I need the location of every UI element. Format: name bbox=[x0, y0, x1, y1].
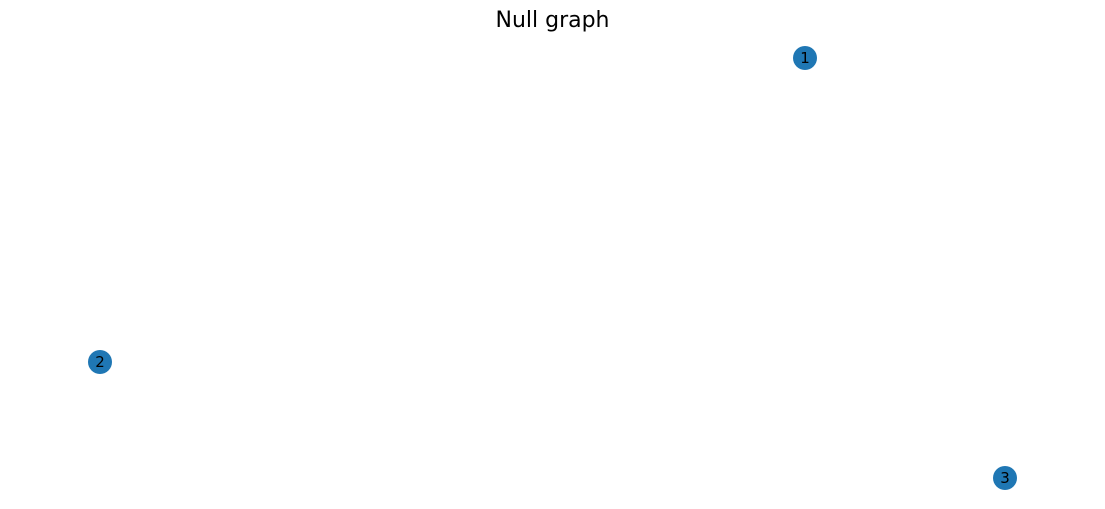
graph-drawing: 1 2 3 bbox=[88, 46, 1017, 490]
node-label: 3 bbox=[1000, 469, 1010, 487]
graph-node-3: 3 bbox=[993, 466, 1017, 490]
graph-node-2: 2 bbox=[88, 350, 112, 374]
graph-node-1: 1 bbox=[793, 46, 817, 70]
node-layer: 1 2 3 bbox=[88, 46, 1017, 490]
node-label: 2 bbox=[95, 353, 105, 371]
node-label: 1 bbox=[800, 49, 810, 67]
graph-canvas: Null graph 123 bbox=[0, 0, 1105, 509]
